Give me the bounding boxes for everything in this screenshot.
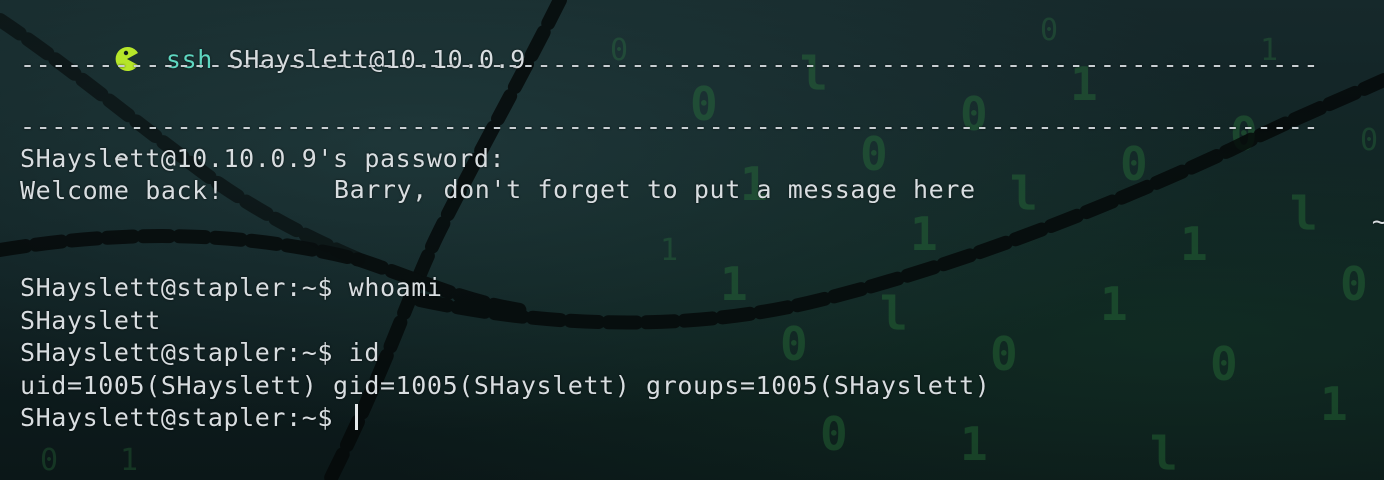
text-cursor (354, 404, 358, 430)
password-prompt: SHayslett@10.10.0.9's password: (20, 144, 506, 173)
terminal-output: ssh SHayslett@10.10.0.9 ----------------… (0, 0, 1384, 480)
whoami-output: SHayslett (20, 306, 161, 335)
active-shell-prompt[interactable]: SHayslett@stapler:~$ (20, 402, 358, 434)
ssh-command-line: ssh SHayslett@10.10.0.9 (20, 12, 526, 74)
banner-tilde-right: ~ (1371, 207, 1384, 236)
banner-line: ~ Barry, don't forget to put a message h… (20, 78, 1384, 236)
welcome-message: Welcome back! (20, 176, 224, 205)
active-prompt-text: SHayslett@stapler:~$ (20, 403, 349, 432)
shell-prompt-whoami: SHayslett@stapler:~$ whoami (20, 273, 443, 302)
banner-separator-top: ----------------------------------------… (20, 50, 1320, 79)
id-output: uid=1005(SHayslett) gid=1005(SHayslett) … (20, 371, 991, 400)
terminal-window[interactable]: 0 1 l 0 1 0 l 1 0 1 0 l 0 1 0 l 0 1 0 1 … (0, 0, 1384, 480)
banner-message: Barry, don't forget to put a message her… (333, 175, 976, 204)
banner-separator-bottom: ----------------------------------------… (20, 112, 1320, 141)
shell-prompt-id: SHayslett@stapler:~$ id (20, 338, 380, 367)
